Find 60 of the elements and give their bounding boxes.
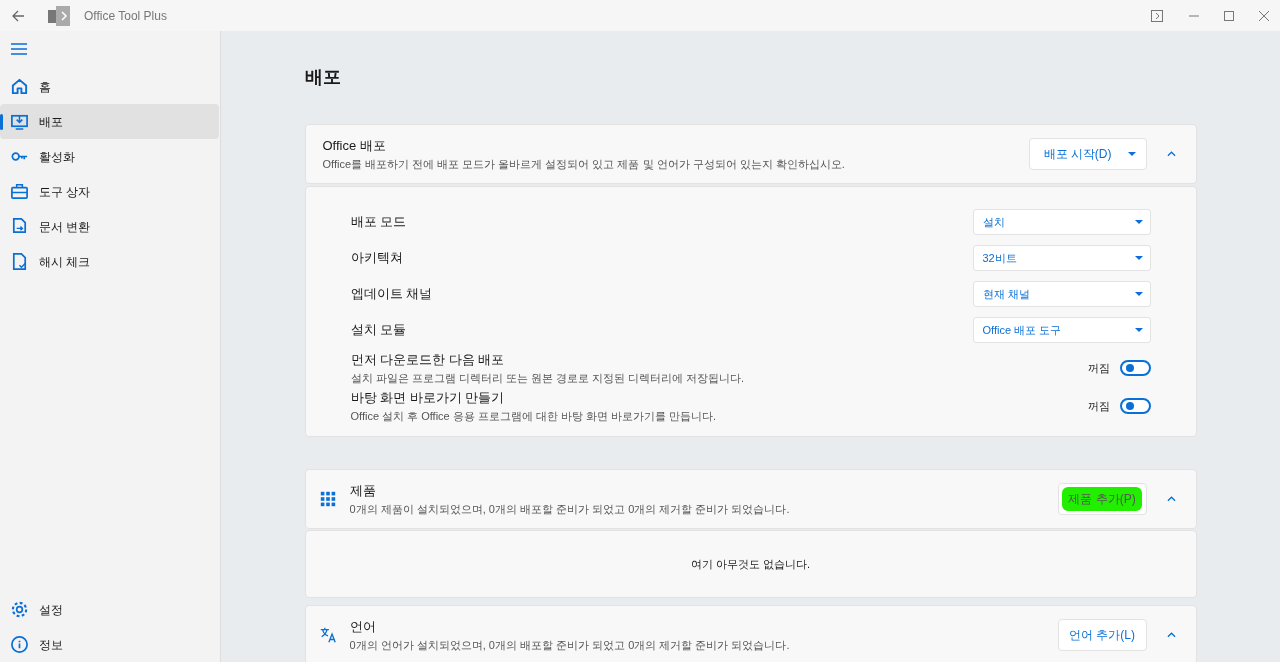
toggle-switch[interactable] [1119, 360, 1151, 376]
nav-item[interactable]: 도구 상자 [0, 174, 219, 209]
caret-icon [1134, 220, 1143, 224]
caret-icon [1134, 256, 1143, 260]
nav-item[interactable]: 문서 변환 [0, 209, 219, 244]
setting-description: 설치 파일은 프로그램 디렉터리 또는 원본 경로로 지정된 디렉터리에 저장됩니다. [350, 370, 745, 386]
setting-label: 바탕 화면 바로가기 만들기 [350, 389, 506, 407]
caret-icon [1134, 328, 1143, 332]
setting-label: 설치 모듈 [350, 321, 407, 340]
monitor-download-icon [10, 112, 29, 131]
section-title: Office 배포 [322, 137, 387, 155]
setting-label: 먼저 다운로드한 다음 배포 [350, 351, 506, 369]
setting-description: Office 설치 후 Office 응용 프로그램에 대한 바탕 화면 바로가기를 만듭니다. [350, 408, 717, 424]
close-icon[interactable] [1259, 10, 1269, 21]
section-description: 0개의 제품이 설치되었으며, 0개의 배포할 준비가 되었고 0개의 제거할 준비가 되었습니다. [349, 501, 790, 517]
nav-item[interactable]: 배포 [0, 104, 219, 139]
toggle-switch[interactable] [1119, 398, 1151, 414]
settings-icon [10, 600, 29, 619]
section-description: Office를 배포하기 전에 배포 모드가 올바르게 설정되어 있고 제품 및 언어가 구성되어 있는지 확인하십시오. [322, 156, 845, 172]
setting-label: 아키텍쳐 [350, 249, 403, 268]
add-product-button[interactable]: 제품 추가(P) [1057, 483, 1147, 515]
dropdown[interactable]: 현재 채널 [972, 281, 1151, 307]
nav-item[interactable]: 해시 체크 [0, 244, 219, 279]
toggle-state: 꺼짐 [1087, 398, 1110, 414]
dropdown[interactable]: Office 배포 도구 [972, 317, 1151, 343]
split-button[interactable]: 배포 시작(D) [1028, 138, 1147, 170]
back-icon[interactable] [11, 8, 25, 23]
chevron-up-icon[interactable] [1166, 496, 1176, 502]
document-check-icon [10, 252, 29, 271]
section-title: 언어 [349, 618, 377, 636]
page-title: 배포 [304, 66, 341, 89]
window-title: Office Tool Plus [84, 7, 167, 25]
terminal-icon[interactable] [1151, 9, 1163, 22]
nav-item[interactable]: 홈 [0, 69, 219, 104]
app-logo-icon [48, 5, 70, 26]
dropdown[interactable]: 설치 [972, 209, 1151, 235]
caret-icon [1127, 152, 1136, 156]
toggle-state: 꺼짐 [1087, 360, 1110, 376]
nav-item[interactable]: 정보 [0, 627, 219, 662]
selection-indicator [0, 114, 3, 130]
chevron-up-icon[interactable] [1166, 632, 1176, 638]
caret-icon [1134, 292, 1143, 296]
empty-message: 여기 아무것도 없습니다. [690, 556, 811, 572]
chevron-up-icon[interactable] [1166, 151, 1176, 157]
nav-item[interactable]: 활성화 [0, 139, 219, 174]
toolbox-icon [10, 182, 29, 201]
setting-label: 배포 모드 [350, 213, 407, 232]
grid-icon [318, 490, 337, 508]
info-icon [10, 635, 29, 654]
document-convert-icon [10, 217, 29, 236]
add-language-button[interactable]: 언어 추가(L) [1057, 619, 1147, 651]
setting-label: 엡데이트 채널 [350, 285, 433, 304]
section-description: 0개의 언어가 설치되었으며, 0개의 배포할 준비가 되었고 0개의 제거할 준비가 되었습니다. [349, 637, 790, 653]
section-title: 제품 [349, 482, 377, 500]
maximize-icon[interactable] [1224, 10, 1234, 21]
nav-item[interactable]: 설정 [0, 592, 219, 627]
menu-icon[interactable] [11, 43, 27, 55]
translate-icon [318, 626, 337, 644]
home-icon [10, 77, 29, 96]
dropdown[interactable]: 32비트 [972, 245, 1151, 271]
